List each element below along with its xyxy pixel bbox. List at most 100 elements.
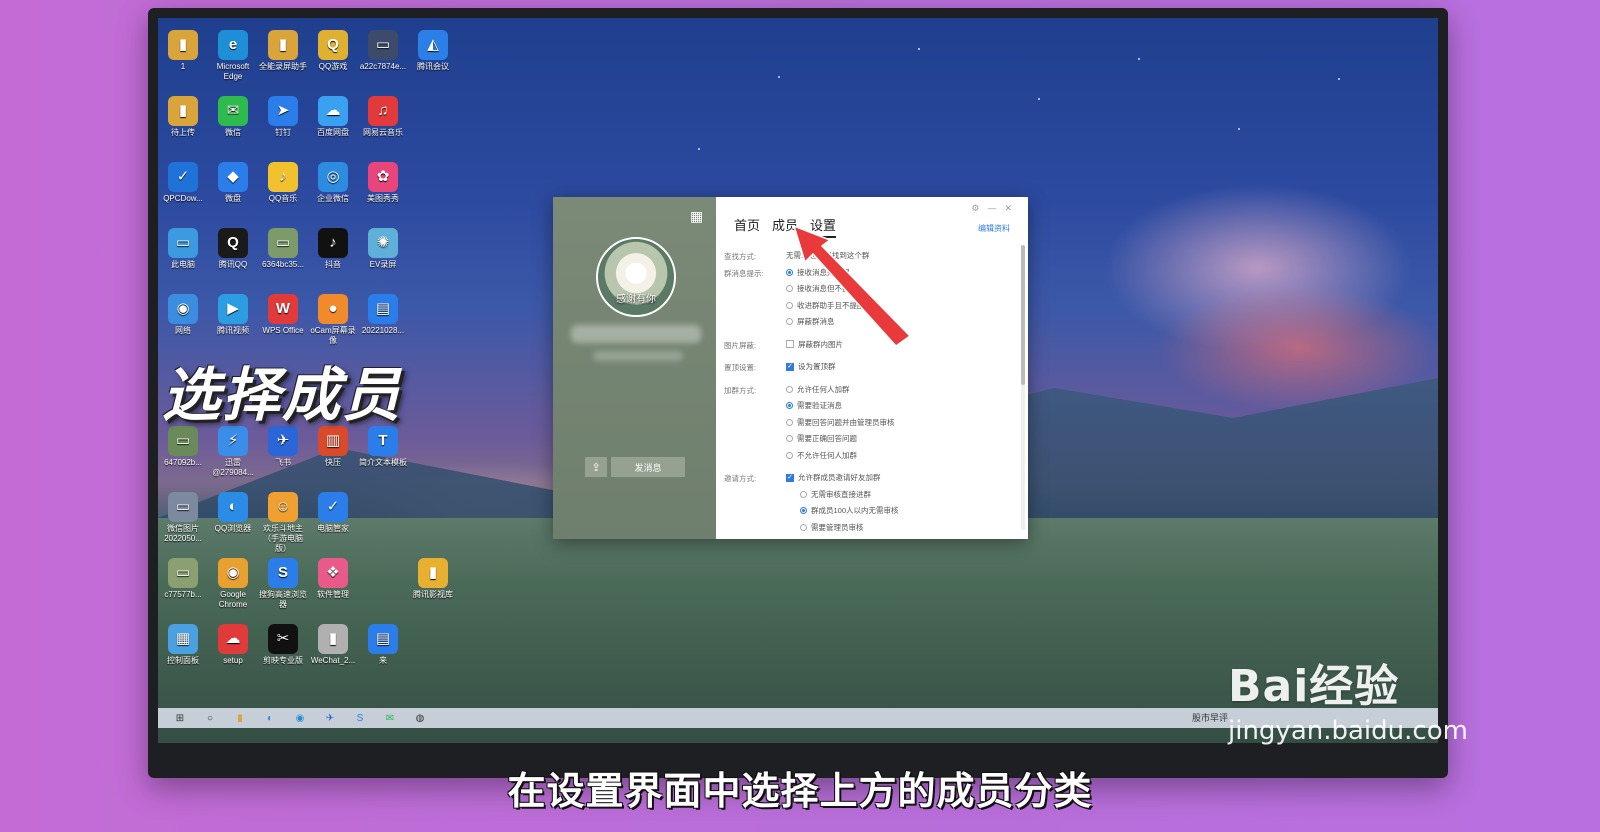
desktop-icon[interactable]: ✿ 美图秀秀 <box>358 162 408 204</box>
app-icon: Q <box>318 30 348 60</box>
desktop-icon[interactable]: ✉ 微信 <box>208 96 258 138</box>
image-block-checkbox[interactable]: 屏蔽群内图片 <box>786 339 843 350</box>
join-option-verify[interactable]: 需要验证消息 <box>786 400 842 411</box>
invite-option-no-review[interactable]: 无需审核直接进群 <box>800 489 871 500</box>
join-option-correct-answer[interactable]: 需要正确回答问题 <box>786 433 857 444</box>
msg-option-assistant[interactable]: 收进群助手且不提醒 <box>786 300 865 311</box>
desktop-icon[interactable]: ☺ 欢乐斗地主（手游电脑版） <box>258 492 308 554</box>
desktop-icon[interactable]: ⚡ 迅雷 @279084... <box>208 426 258 478</box>
join-row-5: 不允许任何人加群 <box>724 449 1014 466</box>
desktop-icon[interactable]: ➤ 钉钉 <box>258 96 308 138</box>
desktop-icon[interactable]: ▮ 腾讯影视库 <box>408 558 458 600</box>
desktop-icon[interactable]: ▶ 腾讯视频 <box>208 294 258 336</box>
desktop-icon[interactable]: ▭ a22c7874e... <box>358 30 408 72</box>
desktop-icon[interactable]: ♫ 网易云音乐 <box>358 96 408 138</box>
edit-profile-link[interactable]: 编辑资料 <box>978 223 1010 234</box>
desktop-icon[interactable]: ▭ 647092b... <box>158 426 208 468</box>
desktop-icon[interactable]: S 搜狗高速浏览器 <box>258 558 308 610</box>
qq-taskbar-icon[interactable]: ◍ <box>412 711 428 725</box>
app-icon: ▮ <box>168 96 198 126</box>
desktop-icon[interactable]: ◆ 微盘 <box>208 162 258 204</box>
msg-option-receive-silent[interactable]: 接收消息但不提醒 <box>786 283 857 294</box>
desktop-icon[interactable]: ✓ QPCDow... <box>158 162 208 204</box>
desktop-icon[interactable]: ☁ 百度网盘 <box>308 96 358 138</box>
desktop-icon[interactable]: ◎ 企业微信 <box>308 162 358 204</box>
desktop-icon-label: 待上传 <box>171 128 195 137</box>
msg-row-2: 接收消息但不提醒 <box>724 282 1014 299</box>
join-option-question-admin[interactable]: 需要回答问题并由管理员审核 <box>786 417 895 428</box>
desktop-icon[interactable]: ✺ EV录屏 <box>358 228 408 270</box>
blurred-group-id <box>593 351 683 361</box>
tray-stock-news[interactable]: 股市早评 <box>1192 711 1228 724</box>
invite-option-under-100[interactable]: 群成员100人以内无需审核 <box>800 505 899 516</box>
qr-code-icon[interactable]: ▦ <box>690 209 704 223</box>
invite-checkbox[interactable]: ✓ 允许群成员邀请好友加群 <box>786 472 881 483</box>
settings-gear-icon[interactable]: ⚙ <box>971 203 987 213</box>
desktop-icon[interactable]: e Microsoft Edge <box>208 30 258 82</box>
desktop-icon[interactable]: ▤ 来 <box>358 624 408 666</box>
search-icon[interactable]: ○ <box>202 711 218 725</box>
desktop-icon[interactable]: ◭ 腾讯会议 <box>408 30 458 72</box>
desktop-icon[interactable]: ▭ 微信图片 2022050... <box>158 492 208 544</box>
app-icon: ▭ <box>168 492 198 522</box>
desktop-icon[interactable]: ● oCam屏幕录像 <box>308 294 358 346</box>
msg-row-3: 收进群助手且不提醒 <box>724 299 1014 316</box>
desktop-icon[interactable]: ✈ 飞书 <box>258 426 308 468</box>
desktop-icon[interactable]: ▭ 此电脑 <box>158 228 208 270</box>
desktop-icon[interactable]: ♪ QQ音乐 <box>258 162 308 204</box>
desktop-icon[interactable]: ✓ 电脑管家 <box>308 492 358 534</box>
msg-option-block[interactable]: 屏蔽群消息 <box>786 316 835 327</box>
desktop-icon[interactable]: ▭ 6364bc35... <box>258 228 308 270</box>
pin-checkbox[interactable]: ✓ 设为置顶群 <box>786 361 836 372</box>
desktop-icon-label: c77577b... <box>164 590 202 599</box>
desktop-icon[interactable]: ◉ 网络 <box>158 294 208 336</box>
file-explorer-icon[interactable]: ▮ <box>232 711 248 725</box>
scrollbar-thumb[interactable] <box>1021 245 1025 385</box>
close-icon[interactable]: ✕ <box>1004 203 1020 213</box>
desktop-icon[interactable]: ✂ 剪映专业版 <box>258 624 308 666</box>
tab-settings[interactable]: 设置 <box>810 215 837 238</box>
tab-members[interactable]: 成员 <box>772 215 798 238</box>
desktop-icon[interactable]: ◐ QQ浏览器 <box>208 492 258 534</box>
desktop-icon[interactable]: ▮ 1 <box>158 30 208 72</box>
desktop-icon[interactable]: ▮ 全能录屏助手 <box>258 30 308 72</box>
join-option-anyone[interactable]: 允许任何人加群 <box>786 384 850 395</box>
desktop-icon[interactable]: Q 腾讯QQ <box>208 228 258 270</box>
blurred-group-name <box>571 325 701 343</box>
minimize-icon[interactable]: — <box>987 203 1004 213</box>
desktop-icon-label: a22c7874e... <box>359 62 407 71</box>
desktop-icon[interactable]: ❖ 软件管理 <box>308 558 358 600</box>
desktop-icon[interactable]: ▥ 快压 <box>308 426 358 468</box>
send-message-button[interactable]: 发消息 <box>611 457 685 477</box>
edge-taskbar-icon[interactable]: ◉ <box>292 711 308 725</box>
watermark-url: jingyan.baidu.com <box>1228 716 1468 746</box>
join-option-none[interactable]: 不允许任何人加群 <box>786 450 857 461</box>
desktop-icon[interactable]: ▦ 控制面板 <box>158 624 208 666</box>
qq-group-window[interactable]: ▦ 感谢有你 ⇪ 发消息 ⚙—✕ 首页 成员 设置 编辑资料 查找方式: 无需.… <box>553 197 1028 539</box>
sogou-taskbar-icon[interactable]: S <box>352 711 368 725</box>
desktop-icon-label: QQ游戏 <box>318 62 348 71</box>
group-profile-sidebar: ▦ 感谢有你 ⇪ 发消息 <box>553 197 716 539</box>
app-icon: ◆ <box>218 162 248 192</box>
invite-option-admin-review[interactable]: 需要管理员审核 <box>800 522 864 533</box>
group-avatar[interactable]: 感谢有你 <box>596 237 676 317</box>
tab-home[interactable]: 首页 <box>734 215 760 238</box>
desktop-icon[interactable]: ▤ 20221028... <box>358 294 408 336</box>
feishu-taskbar-icon[interactable]: ✈ <box>322 711 338 725</box>
desktop-icon[interactable]: Q QQ游戏 <box>308 30 358 72</box>
qq-browser-taskbar-icon[interactable]: ◐ <box>262 711 278 725</box>
desktop-icon[interactable]: W WPS Office <box>258 294 308 336</box>
app-icon: ♪ <box>268 162 298 192</box>
windows-start-icon[interactable]: ⊞ <box>172 711 188 725</box>
desktop-icon[interactable]: ▭ c77577b... <box>158 558 208 600</box>
desktop-icon[interactable]: ♪ 抖音 <box>308 228 358 270</box>
share-button[interactable]: ⇪ <box>585 457 607 477</box>
settings-scrollbar[interactable] <box>1021 245 1025 530</box>
desktop-icon[interactable]: ☁ setup <box>208 624 258 666</box>
wechat-taskbar-icon[interactable]: ✉ <box>382 711 398 725</box>
msg-option-receive-notify[interactable]: 接收消息并提醒 <box>786 267 850 278</box>
desktop-icon[interactable]: ▮ 待上传 <box>158 96 208 138</box>
desktop-icon[interactable]: T 简介文本模板 <box>358 426 408 468</box>
desktop-icon[interactable]: ◉ Google Chrome <box>208 558 258 610</box>
desktop-icon[interactable]: ▮ WeChat_2... <box>308 624 358 666</box>
